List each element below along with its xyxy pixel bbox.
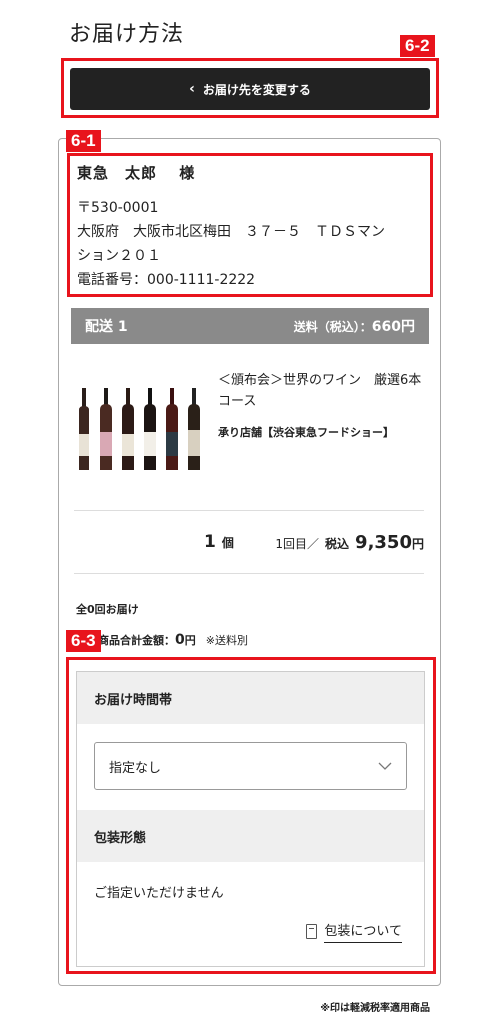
product-price: 1回目／ 税込 9,350 円	[275, 532, 424, 553]
address-block: 東急 太郎 様 〒530-0001 大阪府 大阪市北区梅田 ３７－５ ＴＤＳマン…	[77, 162, 427, 292]
product-quantity: 1個	[204, 532, 234, 552]
wrapping-info-link[interactable]: 包装について	[306, 920, 402, 943]
total-amount-unit: 円	[184, 634, 196, 647]
change-address-label: お届け先を変更する	[202, 82, 311, 97]
quantity-value: 1	[204, 532, 216, 552]
wrapping-note: ご指定いただけません	[94, 886, 224, 901]
quantity-unit: 個	[221, 536, 234, 550]
tax-footnote: ※印は軽減税率適用商品	[320, 1003, 430, 1014]
delivery-options-panel: お届け時間帯 指定なし 包装形態 ご指定いただけません 包装について	[76, 671, 425, 967]
delivery-time-select[interactable]: 指定なし	[94, 742, 407, 790]
phone-number: 電話番号：000-1111-2222	[77, 272, 256, 288]
price-unit: 円	[411, 537, 424, 551]
total-amount: 回の商品合計金額：0円 ※送料別	[76, 632, 248, 648]
wrapping-info-label: 包装について	[324, 920, 402, 943]
order-number-label: 1回目／	[275, 537, 320, 551]
change-address-button[interactable]: ‹ お届け先を変更する	[70, 68, 430, 110]
shipping-fee-value: 660円	[371, 319, 415, 335]
shipping-note: ※送料別	[205, 634, 248, 647]
bottle-1	[79, 388, 89, 470]
chevron-down-icon	[378, 759, 392, 773]
chevron-left-icon: ‹	[189, 81, 195, 97]
bottle-6	[188, 388, 200, 470]
annotation-tag-6-1: 6-1	[66, 130, 101, 152]
divider	[74, 573, 424, 574]
bottle-5	[166, 388, 178, 470]
wine-bottles-image	[79, 388, 200, 470]
address-line-1: 大阪府 大阪市北区梅田 ３７－５ ＴＤＳマン	[77, 224, 385, 240]
shipment-header: 配送 1 送料（税込）：660円	[71, 308, 429, 344]
address-line-2: ション２０１	[77, 248, 161, 264]
product-shop: 承り店舗【渋谷東急フードショー】	[218, 426, 394, 439]
document-icon	[306, 924, 318, 939]
total-amount-value: 0	[175, 632, 185, 648]
delivery-time-heading: お届け時間帯	[77, 672, 424, 724]
recipient-name: 東急 太郎 様	[77, 164, 196, 182]
shipping-fee-label: 送料（税込）：	[293, 320, 372, 334]
delivery-time-value: 指定なし	[109, 760, 162, 776]
postal-code: 〒530-0001	[77, 200, 159, 216]
annotation-tag-6-2: 6-2	[400, 35, 435, 57]
page-title: お届け方法	[69, 22, 185, 47]
shipping-fee: 送料（税込）：660円	[294, 316, 415, 336]
price-value: 9,350	[355, 532, 412, 553]
delivery-count: 全0回お届け	[76, 603, 139, 616]
bottle-2	[100, 388, 112, 470]
divider	[74, 510, 424, 511]
product-title: ＜頒布会＞世界のワイン 厳選6本コース	[218, 373, 422, 409]
wrapping-heading: 包装形態	[77, 810, 424, 862]
bottle-4	[144, 388, 156, 470]
annotation-tag-6-3: 6-3	[66, 630, 101, 652]
tax-label: 税込	[325, 537, 350, 551]
bottle-3	[122, 388, 134, 470]
shipment-label: 配送 1	[85, 319, 128, 335]
